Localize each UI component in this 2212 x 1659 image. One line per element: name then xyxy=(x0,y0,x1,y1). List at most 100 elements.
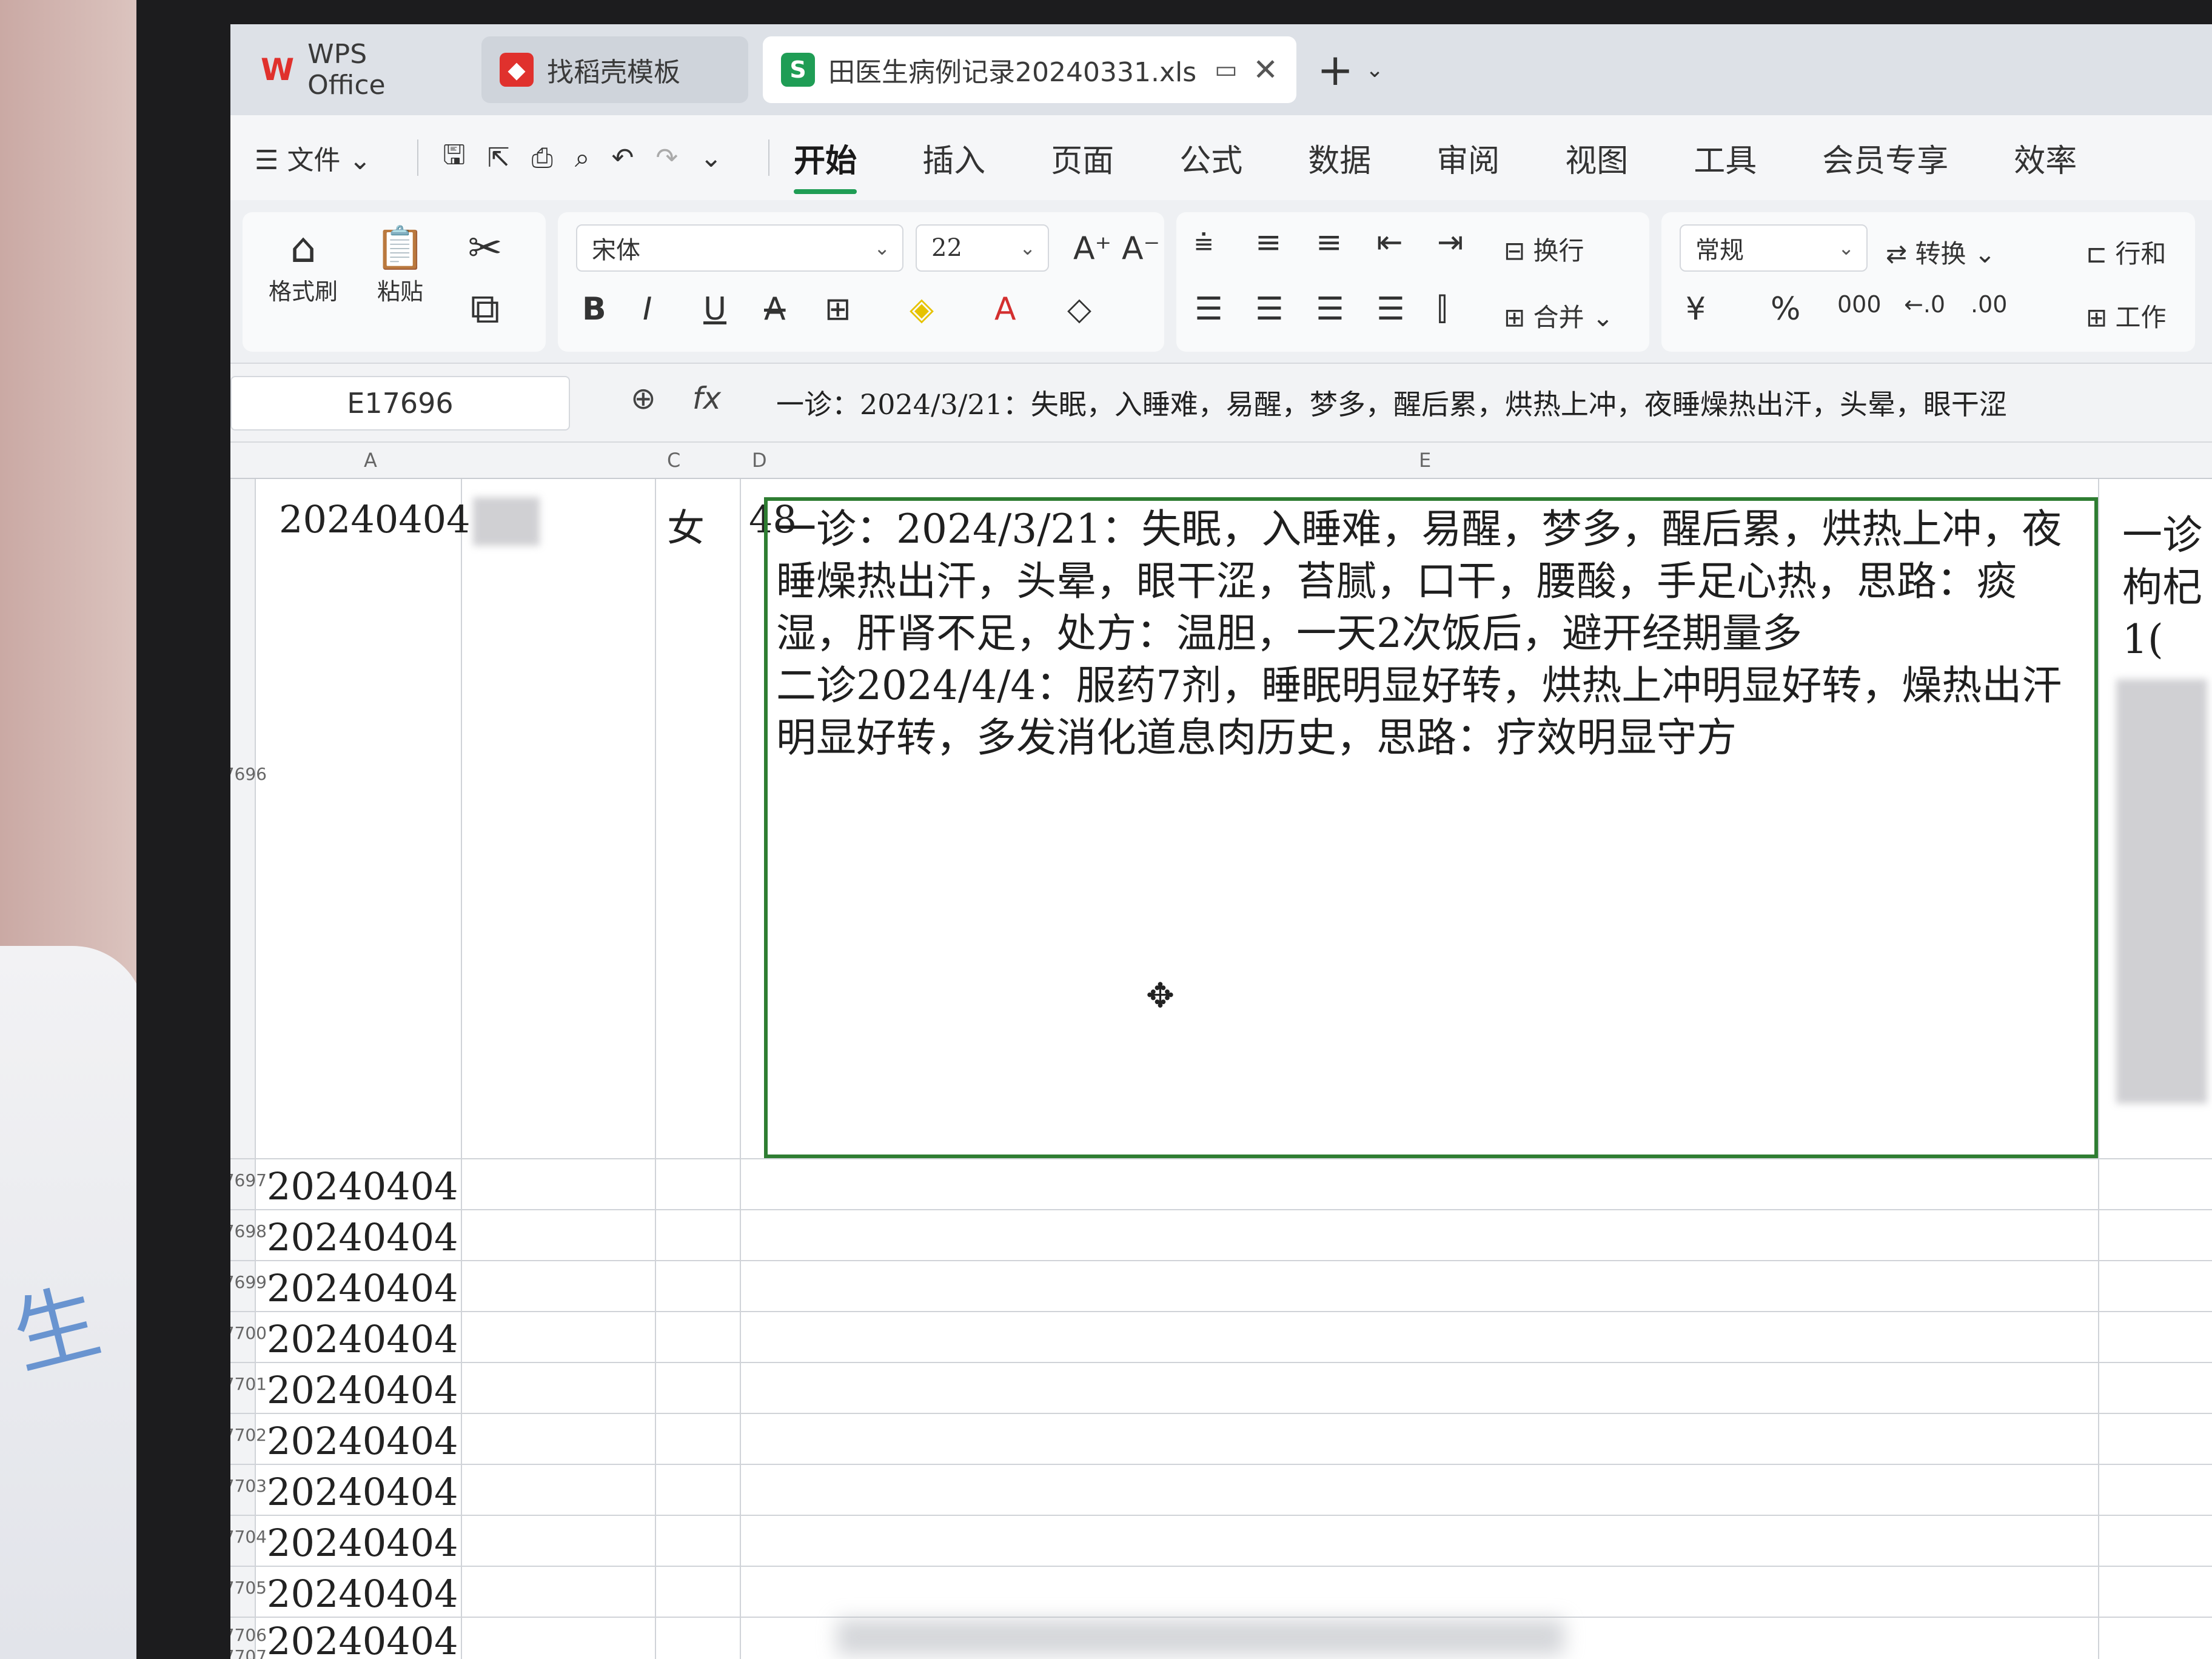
row-header[interactable]: 17704 xyxy=(230,1527,267,1547)
align-top-icon[interactable]: ⩧ xyxy=(1195,224,1213,261)
menu-tools[interactable]: 工具 xyxy=(1694,135,1757,181)
cell-a-date[interactable]: 20240404 xyxy=(267,1419,458,1463)
column-header-c[interactable]: C xyxy=(667,449,680,472)
row-header[interactable]: 17699 xyxy=(230,1272,267,1292)
percent-icon[interactable]: % xyxy=(1771,291,1800,327)
fx-icon[interactable]: fx xyxy=(692,381,721,416)
menu-bar: ☰ 文件 ⌄ 🖫 ⇱ ⎙ ⌕ ↶ ↷ ⌄ 开始 插入 页面 公式 数据 审阅 视… xyxy=(230,115,2212,200)
decrease-indent-icon[interactable]: ⇤ xyxy=(1376,224,1403,261)
cell-a-date[interactable]: 20240404 xyxy=(267,1470,458,1514)
cell-a-date[interactable]: 20240404 xyxy=(267,1215,458,1259)
cell-a-date[interactable]: 20240404 xyxy=(267,1266,458,1310)
thousands-icon[interactable]: 000 xyxy=(1837,291,1882,318)
column-header-e[interactable]: E xyxy=(1419,449,1431,472)
cell-e-note[interactable]: 一诊：2024/3/21：失眠，入睡难，易醒，梦多，醒后累，烘热上冲，夜睡燥热出… xyxy=(776,503,2092,764)
merge-button[interactable]: ⊞ 合并 ⌄ xyxy=(1504,297,1614,334)
fill-color-icon[interactable]: ◈ xyxy=(910,291,934,327)
convert-button[interactable]: ⇄ 转换 ⌄ xyxy=(1886,233,1996,270)
row-header[interactable]: 17696 xyxy=(230,764,267,784)
align-bottom-icon[interactable]: ≡ xyxy=(1316,224,1342,261)
row-header[interactable]: 17705 xyxy=(230,1578,267,1598)
menu-home[interactable]: 开始 xyxy=(794,135,857,194)
increase-decimal-icon[interactable]: ←.0 xyxy=(1904,291,1945,318)
redo-icon[interactable]: ↷ xyxy=(655,142,678,173)
font-size-select[interactable]: 22 ⌄ xyxy=(916,224,1049,272)
menu-formula[interactable]: 公式 xyxy=(1179,135,1242,181)
align-center-icon[interactable]: ☰ xyxy=(1255,291,1284,327)
column-header-d[interactable]: D xyxy=(752,449,767,472)
justify-icon[interactable]: ☰ xyxy=(1376,291,1405,327)
chevron-down-icon[interactable]: ⌄ xyxy=(700,142,722,173)
cell-a-date[interactable]: 20240404 xyxy=(267,1317,458,1361)
align-left-icon[interactable]: ☰ xyxy=(1195,291,1223,327)
cut-button[interactable]: ✂ xyxy=(455,224,515,273)
cell-a-date[interactable]: 20240404 xyxy=(267,1619,458,1659)
number-format-select[interactable]: 常规 ⌄ xyxy=(1680,224,1868,272)
cell-a-date[interactable]: 20240404 xyxy=(267,1572,458,1616)
italic-icon[interactable]: I xyxy=(643,291,652,327)
format-painter-button[interactable]: ⌂ 格式刷 xyxy=(261,224,346,306)
align-right-icon[interactable]: ☰ xyxy=(1316,291,1344,327)
align-middle-icon[interactable]: ≡ xyxy=(1255,224,1282,261)
new-tab-button[interactable]: + xyxy=(1317,44,1366,95)
currency-icon[interactable]: ¥ xyxy=(1686,291,1706,327)
close-icon[interactable]: ✕ xyxy=(1253,52,1278,87)
tab-spreadsheet[interactable]: S 田医生病例记录20240331.xls ▭ ✕ xyxy=(763,36,1296,103)
menu-page[interactable]: 页面 xyxy=(1051,135,1114,181)
export-icon[interactable]: ⇱ xyxy=(488,142,510,173)
row-header[interactable]: 17703 xyxy=(230,1476,267,1496)
undo-icon[interactable]: ↶ xyxy=(612,142,634,173)
eraser-icon[interactable]: ◇ xyxy=(1067,291,1091,327)
increase-indent-icon[interactable]: ⇥ xyxy=(1437,224,1464,261)
wrap-text-button[interactable]: ⊟ 换行 xyxy=(1504,230,1584,267)
grid-line xyxy=(230,1566,2212,1567)
row-header[interactable]: 17706 xyxy=(230,1625,267,1645)
row-header[interactable]: 17708 xyxy=(230,1655,267,1659)
save-icon[interactable]: 🖫 xyxy=(443,135,466,181)
cell-a-date[interactable]: 20240404 xyxy=(279,497,471,541)
formula-input[interactable]: 一诊：2024/3/21：失眠，入睡难，易醒，梦多，醒后累，烘热上冲，夜睡燥热出… xyxy=(776,377,2212,432)
distribute-icon[interactable]: ⫿ xyxy=(1437,291,1447,328)
zoom-icon[interactable]: ⊕ xyxy=(631,381,656,416)
row-header[interactable]: 17698 xyxy=(230,1221,267,1241)
name-box[interactable]: E17696 xyxy=(230,376,570,431)
grid-line xyxy=(230,1464,2212,1465)
row-header[interactable]: 17697 xyxy=(230,1170,267,1190)
decrease-decimal-icon[interactable]: .00 xyxy=(1971,291,2007,318)
print-preview-icon[interactable]: ⌕ xyxy=(575,142,590,173)
print-icon[interactable]: ⎙ xyxy=(532,142,553,173)
row-header[interactable]: 17702 xyxy=(230,1425,267,1445)
cell-a-date[interactable]: 20240404 xyxy=(267,1521,458,1565)
row-header[interactable]: 17701 xyxy=(230,1374,267,1394)
row-header[interactable]: 17700 xyxy=(230,1323,267,1343)
font-color-icon[interactable]: A xyxy=(994,291,1016,327)
font-name-value: 宋体 xyxy=(592,236,640,264)
tab-docer[interactable]: ◆ 找稻壳模板 xyxy=(481,36,748,103)
increase-font-icon[interactable]: A⁺ xyxy=(1073,230,1111,267)
underline-icon[interactable]: U xyxy=(703,291,726,327)
decrease-font-icon[interactable]: A⁻ xyxy=(1122,230,1160,267)
copy-button[interactable]: ⧉ xyxy=(455,285,515,333)
border-icon[interactable]: ⊞ xyxy=(825,291,851,327)
chevron-down-icon[interactable]: ⌄ xyxy=(1366,58,1384,82)
menu-insert[interactable]: 插入 xyxy=(922,135,985,181)
cell-f-note[interactable]: 一诊 枸杞 1( xyxy=(2122,509,2202,666)
paste-button[interactable]: 📋 粘贴 xyxy=(358,224,443,306)
strikethrough-icon[interactable]: A xyxy=(764,291,786,327)
menu-view[interactable]: 视图 xyxy=(1565,135,1628,181)
tab-wps-office[interactable]: W WPS Office xyxy=(243,36,467,103)
cell-a-date[interactable]: 20240404 xyxy=(267,1368,458,1412)
monitor-icon[interactable]: ▭ xyxy=(1215,56,1238,84)
cell-a-date[interactable]: 20240404 xyxy=(267,1164,458,1208)
cell-gender[interactable]: 女 xyxy=(667,497,705,552)
worksheet-button[interactable]: ⊞ 工作 xyxy=(2086,297,2167,334)
menu-data[interactable]: 数据 xyxy=(1308,135,1371,181)
column-header-a[interactable]: A xyxy=(364,449,377,472)
bold-icon[interactable]: B xyxy=(582,291,606,327)
menu-efficiency[interactable]: 效率 xyxy=(2014,135,2077,181)
rows-cols-button[interactable]: ⊏ 行和 xyxy=(2086,233,2167,270)
file-menu[interactable]: ☰ 文件 ⌄ xyxy=(255,138,371,177)
menu-review[interactable]: 审阅 xyxy=(1436,135,1500,181)
font-name-select[interactable]: 宋体 ⌄ xyxy=(576,224,903,272)
menu-member[interactable]: 会员专享 xyxy=(1822,135,1948,181)
